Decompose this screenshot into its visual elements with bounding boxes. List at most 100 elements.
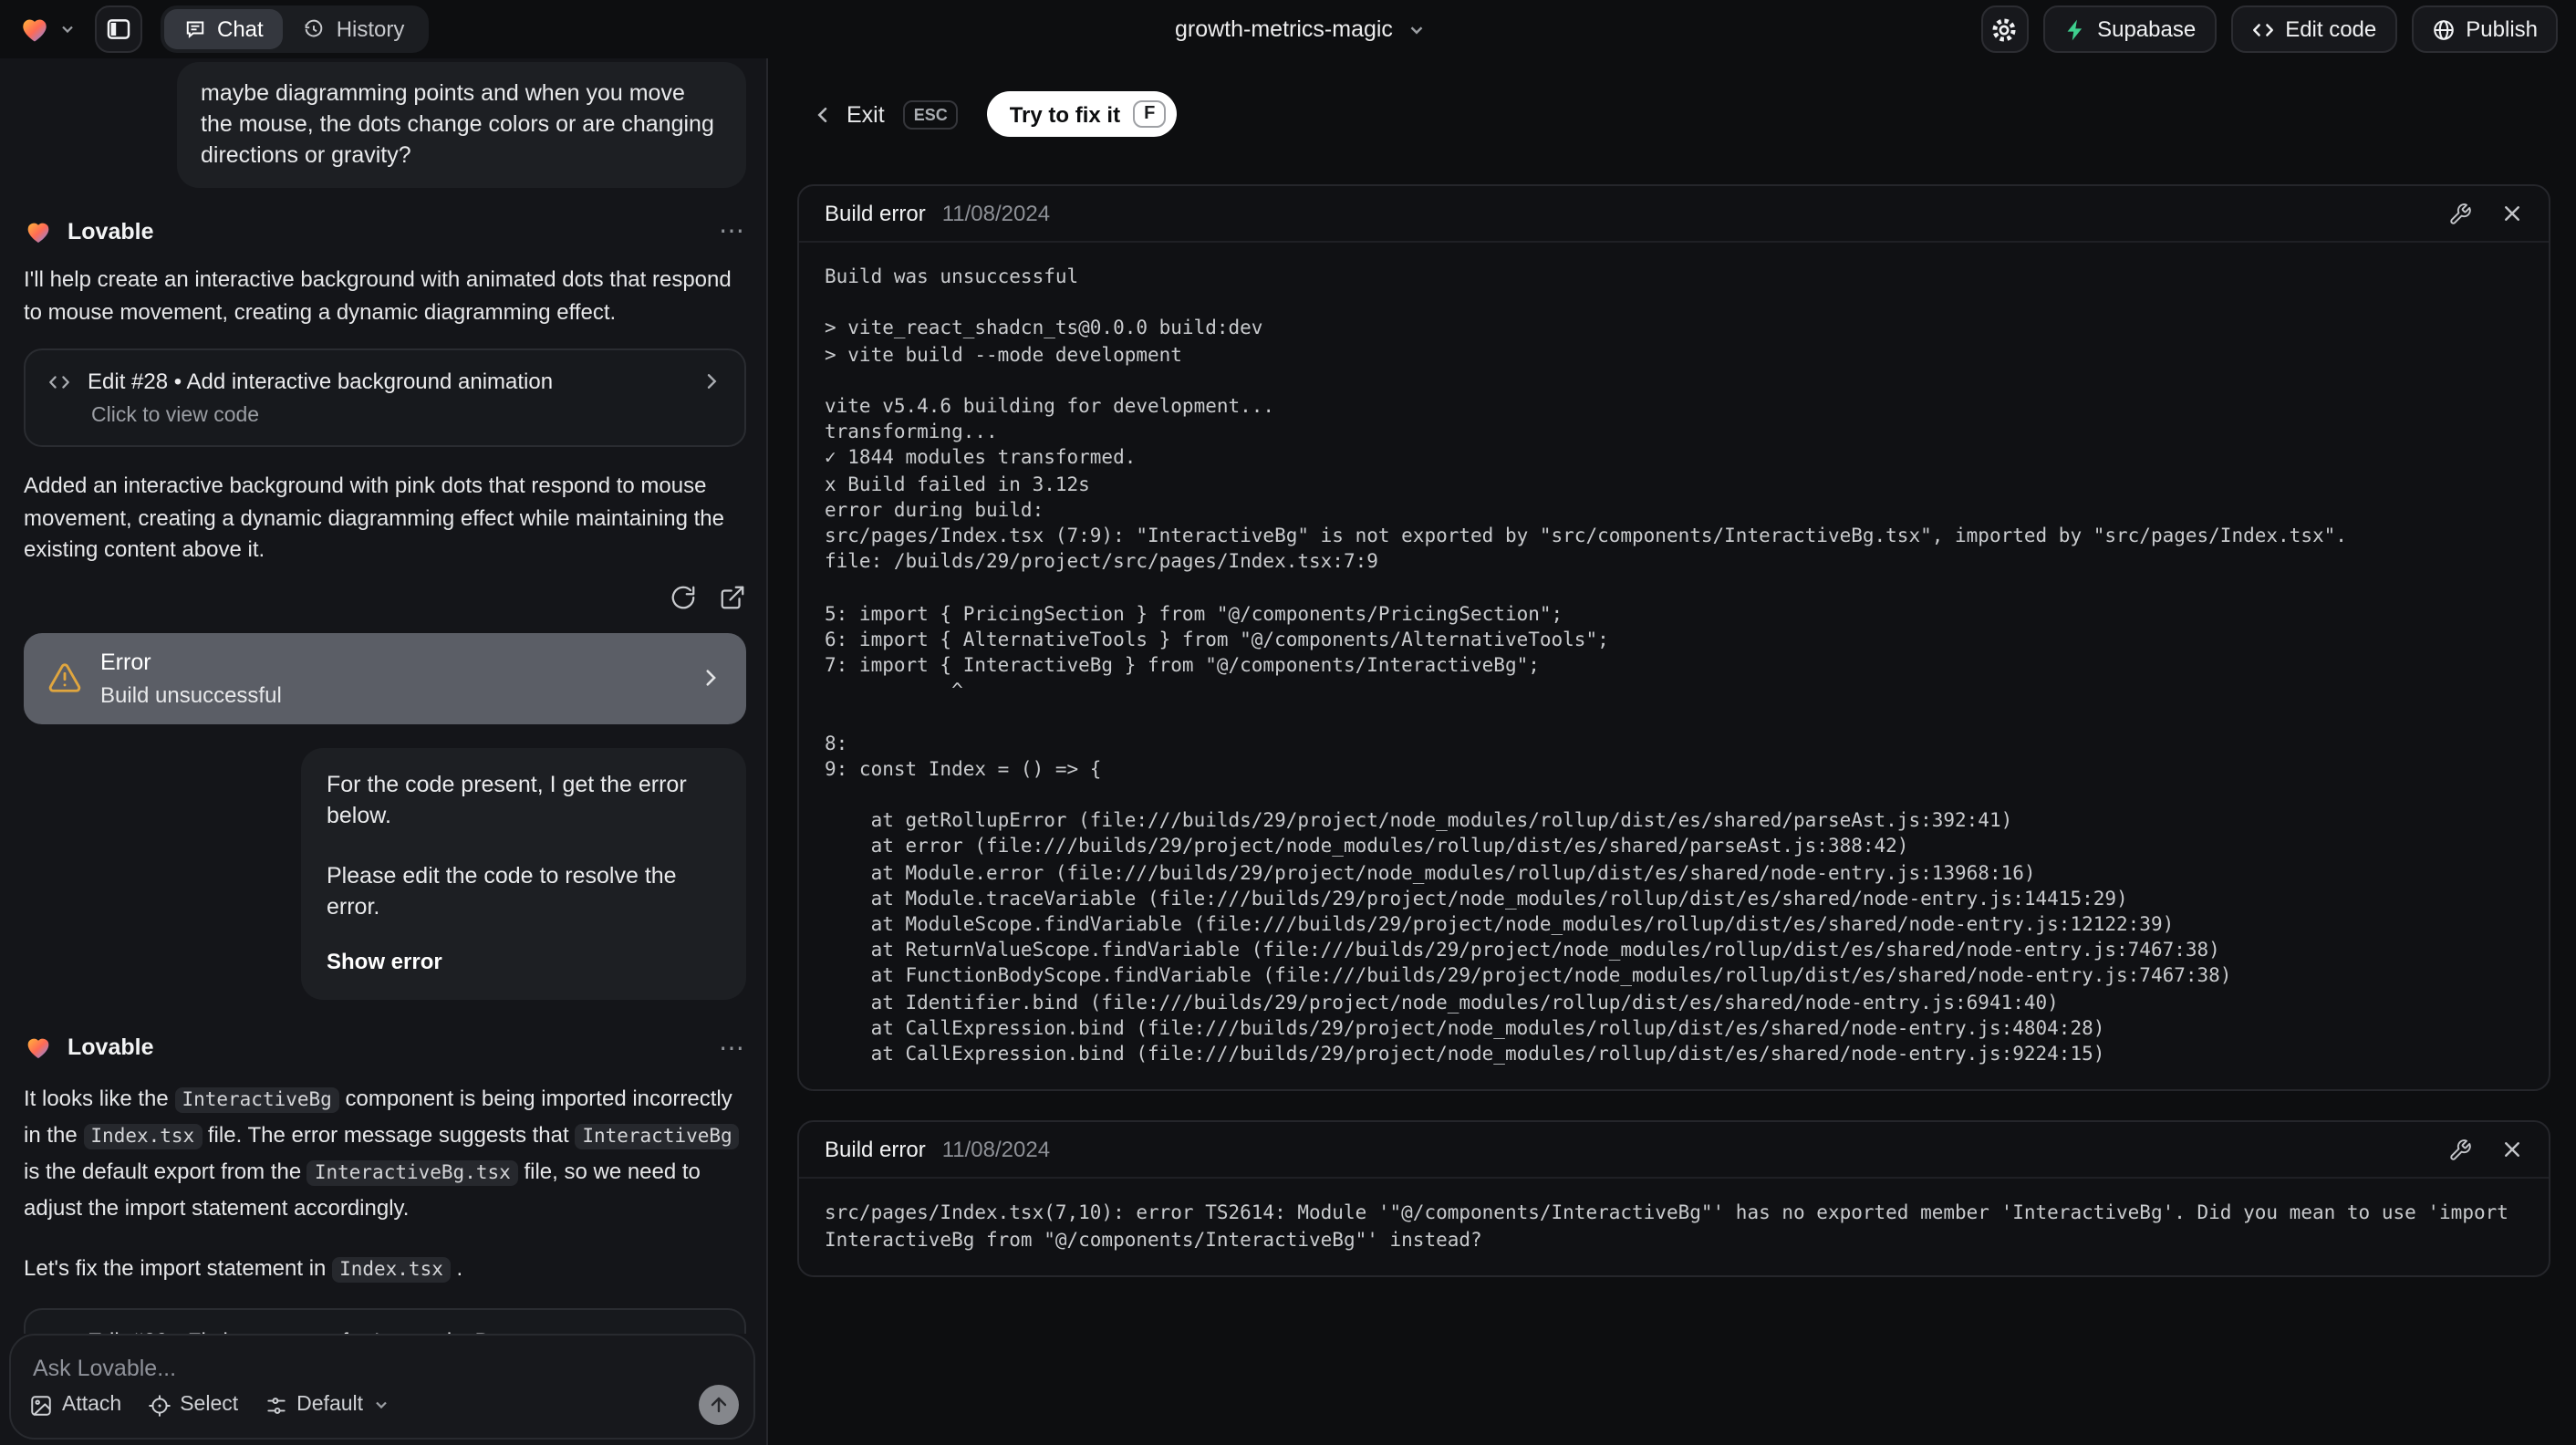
assistant-name: Lovable [68,1034,154,1060]
restore-icon[interactable] [670,583,697,610]
app-window: Chat History growth-metrics-magic Supaba… [0,0,2576,1445]
user-message: For the code present, I get the error be… [301,747,746,999]
error-card-title: Error [100,649,151,674]
build-error-title: Build error [825,1137,926,1163]
topbar-actions: Supabase Edit code Publish [1980,5,2558,53]
close-icon[interactable] [2501,203,2523,224]
mode-select[interactable]: Default [264,1393,390,1417]
tab-chat[interactable]: Chat [164,9,284,49]
attach-button[interactable]: Attach [29,1393,121,1417]
supabase-button[interactable]: Supabase [2042,5,2217,53]
supabase-bolt-icon [2062,17,2086,41]
show-error-link[interactable]: Show error [327,946,721,977]
sidebar-toggle-button[interactable] [95,5,142,53]
try-to-fix-button[interactable]: Try to fix it F [987,91,1178,137]
error-card-subtitle: Build unsuccessful [100,681,282,707]
composer: Ask Lovable... Attach Select Default [9,1334,755,1440]
assistant-text: Let's fix the import statement in Index.… [24,1251,746,1287]
edit-code-button[interactable]: Edit code [2230,5,2397,53]
settings-button[interactable] [1980,5,2029,53]
lovable-heart-icon [24,1033,53,1062]
assistant-name: Lovable [68,218,154,244]
text-segment: Let's fix the import statement in [24,1254,333,1280]
text-segment: . [450,1254,463,1280]
build-error-header: Build error 11/08/2024 [799,186,2549,243]
text-segment: is the default export from the [24,1158,307,1183]
inline-code: Index.tsx [332,1256,451,1282]
lovable-heart-icon [24,216,53,245]
assistant-header: Lovable ⋯ [24,1032,746,1063]
tab-history[interactable]: History [284,9,425,49]
build-error-date: 11/08/2024 [941,1137,1051,1163]
build-error-card-1: Build error 11/08/2024 Build was unsucce… [797,184,2550,1092]
build-error-card-2: Build error 11/08/2024 src/pages/Index.t… [797,1120,2550,1277]
chevron-down-icon [58,20,77,38]
publish-button[interactable]: Publish [2411,5,2558,53]
fix-header: Exit ESC Try to fix it F [812,91,2576,137]
assistant-text: Added an interactive background with pin… [24,473,724,562]
inline-code: InteractiveBg [575,1123,740,1149]
build-error-log: Build was unsuccessful > vite_react_shad… [825,266,2347,1066]
tab-history-label: History [336,16,405,42]
open-preview-icon[interactable] [719,583,746,610]
fix-wrench-icon[interactable] [2448,202,2472,225]
f-key-badge: F [1133,100,1167,128]
edit-card-title: Edit #29 • Fix import error for Interact… [88,1327,684,1334]
top-bar: Chat History growth-metrics-magic Supaba… [0,0,2576,58]
project-title-menu[interactable]: growth-metrics-magic [1175,0,1428,58]
sliders-icon [264,1393,287,1417]
user-message-line: Please edit the code to resolve the erro… [327,862,677,919]
build-error-log: src/pages/Index.tsx(7,10): error TS2614:… [825,1202,2520,1251]
fix-wrench-icon[interactable] [2448,1138,2472,1162]
edit-card-subtitle: Click to view code [91,405,260,427]
attach-label: Attach [62,1394,122,1416]
supabase-label: Supabase [2097,16,2197,42]
panel-left-icon [106,16,131,42]
select-label: Select [180,1394,239,1416]
edit-code-label: Edit code [2285,16,2377,42]
close-icon[interactable] [2501,1139,2523,1161]
message-more-button[interactable]: ⋯ [719,215,746,246]
build-error-header: Build error 11/08/2024 [799,1123,2549,1180]
user-message: maybe diagramming points and when you mo… [177,62,746,188]
error-card[interactable]: Error Build unsuccessful [24,632,746,723]
chevron-down-icon [1407,19,1428,39]
arrow-up-icon [708,1394,730,1416]
chat-input[interactable]: Ask Lovable... [33,1356,176,1381]
warning-triangle-icon [47,660,82,695]
code-brackets-icon [47,369,71,393]
select-button[interactable]: Select [147,1393,238,1417]
chat-message-list: maybe diagramming points and when you mo… [0,58,766,1334]
chat-history-tabs: Chat History [161,5,429,53]
mode-label: Default [296,1394,364,1416]
chat-panel: maybe diagramming points and when you mo… [0,58,768,1445]
assistant-text: I'll help create an interactive backgrou… [24,266,732,324]
try-to-fix-label: Try to fix it [1009,101,1121,127]
tab-chat-label: Chat [217,16,264,42]
text-segment: It looks like the [24,1085,175,1110]
message-actions [24,583,746,610]
build-error-title: Build error [825,201,926,226]
chevron-right-icon [701,370,722,392]
edit-card-29[interactable]: Edit #29 • Fix import error for Interact… [24,1307,746,1334]
globe-icon [2431,17,2455,41]
chevron-right-icon [699,666,722,690]
build-error-date: 11/08/2024 [941,201,1051,226]
inline-code: InteractiveBg.tsx [306,1159,518,1185]
exit-label: Exit [847,101,885,127]
lovable-logo-menu[interactable] [18,13,77,46]
user-message-line: For the code present, I get the error be… [327,771,687,827]
esc-key-badge: ESC [902,99,959,129]
chevron-left-icon [812,103,834,125]
publish-label: Publish [2466,16,2538,42]
chevron-down-icon [372,1396,390,1414]
edit-card-28[interactable]: Edit #28 • Add interactive background an… [24,348,746,447]
message-more-button[interactable]: ⋯ [719,1032,746,1063]
exit-button[interactable]: Exit [812,101,885,127]
edit-card-title: Edit #28 • Add interactive background an… [88,369,554,394]
send-button[interactable] [699,1385,739,1425]
code-brackets-icon [2250,17,2274,41]
chat-bubble-icon [184,18,206,40]
fix-panel: Exit ESC Try to fix it F Build error 11/… [768,58,2576,1445]
build-error-list: Build error 11/08/2024 Build was unsucce… [797,184,2550,1277]
